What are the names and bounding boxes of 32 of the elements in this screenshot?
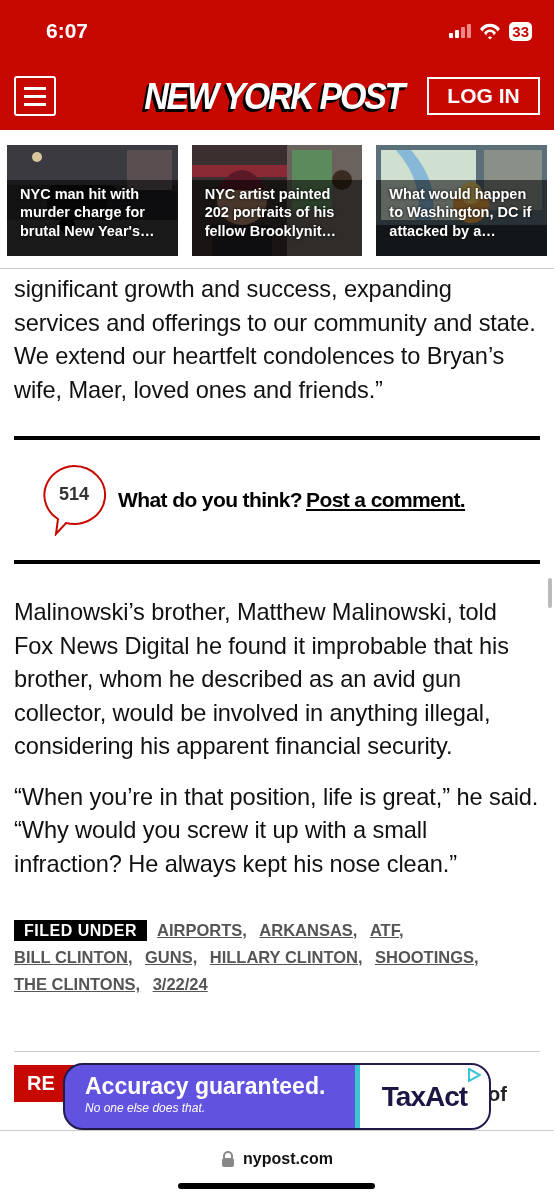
article-paragraph: “When you’re in that position, life is great,” he said. “Why would you screw it up with a small infraction? He always kept his nose clean.” (14, 782, 540, 879)
article-paragraph: significant growth and success, expanding services and offerings to our community and state. We extend our heartfelt condolences to Bryan’s wife, Maer, loved ones and friends.” (14, 275, 537, 405)
tag-link[interactable]: ARKANSAS, (259, 921, 358, 939)
tag-link[interactable]: THE CLINTONS, (14, 975, 141, 993)
comment-prompt: What do you think? (118, 487, 302, 514)
ad-tagline: No one else does that. (85, 1100, 207, 1117)
ad-headline: Accuracy guaranteed. (85, 1073, 327, 1099)
scrollbar-thumb (548, 578, 552, 608)
filed-under-label: FILED UNDER (14, 920, 148, 941)
url-text[interactable]: nypost.com (243, 1147, 333, 1171)
signal-icon (449, 24, 472, 38)
speech-bubble-icon (42, 464, 108, 536)
tag-link[interactable]: SHOOTINGS, (374, 948, 479, 966)
tag-link[interactable]: GUNS, (145, 948, 198, 966)
clock: 6:07 (46, 18, 89, 45)
ad-logo: TaxAct (381, 1079, 468, 1114)
battery-level: 33 (509, 21, 532, 41)
article-paragraph: Malinowski’s brother, Matthew Malinowski, told Fox News Digital he found it improbable that his brother, whom he described as an avid gun collector, would be involved in anything illegal, considering his apparent financial security. (14, 598, 510, 761)
ad-choices-icon (467, 1068, 481, 1082)
tag-link[interactable]: ATF, (369, 921, 404, 939)
comment-link[interactable]: Post a comment. (306, 484, 466, 516)
wifi-icon (479, 22, 502, 40)
menu-button[interactable] (14, 76, 56, 116)
lock-icon (221, 1151, 236, 1167)
tag-link[interactable]: HILLARY CLINTON, (209, 948, 363, 966)
tag-link[interactable]: 3/22/24 (152, 975, 208, 993)
comment-count: 514 (57, 483, 90, 506)
login-button[interactable]: LOG IN (427, 77, 540, 115)
menu-icon (24, 86, 46, 106)
ad-banner[interactable]: Accuracy guaranteed. No one else does that. TaxAct (63, 1063, 491, 1130)
tag-link[interactable]: BILL CLINTON, (14, 948, 133, 966)
tag-link[interactable]: AIRPORTS, (157, 921, 247, 939)
